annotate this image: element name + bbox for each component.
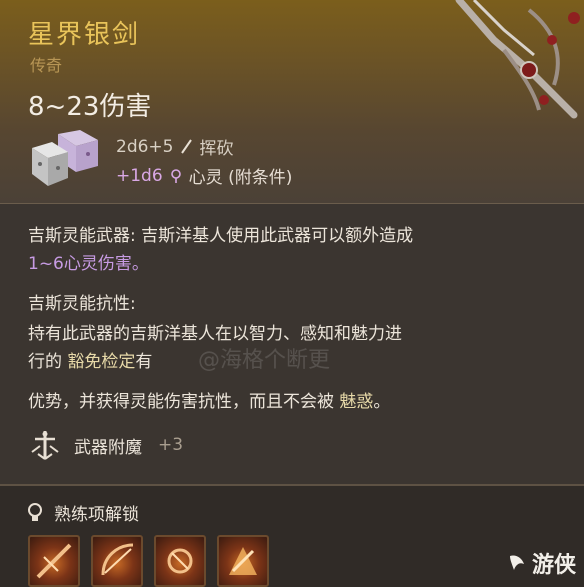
- skill-icon-row: [28, 535, 269, 587]
- damage-dice-extra: +1d6: [116, 165, 163, 186]
- bow-skill-icon[interactable]: [91, 535, 143, 587]
- damage-psychic-row: +1d6 心灵 (附条件): [116, 163, 293, 189]
- dice-icon: [32, 130, 98, 186]
- sword-art-icon: [455, 0, 580, 119]
- proficiency-label: 熟练项解锁: [54, 505, 139, 525]
- enchantment-label: 武器附魔: [74, 437, 142, 458]
- psychic-icon: [170, 168, 181, 183]
- site-logo-icon: [509, 555, 524, 570]
- slash-skill-icon[interactable]: [28, 535, 80, 587]
- item-name: 星界银剑: [28, 20, 141, 50]
- damage-range: 8~23伤害: [28, 92, 152, 122]
- property-psionic-weapon-line2: 1~6心灵伤害。: [28, 251, 149, 277]
- charmed-link[interactable]: 魅惑: [339, 392, 373, 412]
- property-resistance-line3: 优势，并获得灵能伤害抗性，而且不会被 魅惑。: [28, 389, 390, 415]
- property-resistance-line2: 行的 豁免检定有: [28, 349, 152, 375]
- lightbulb-icon: [28, 502, 42, 521]
- item-rarity: 传奇: [30, 56, 63, 75]
- slash-icon: [181, 138, 193, 154]
- enchantment-icon: [31, 431, 59, 460]
- property-psionic-weapon: 吉斯灵能武器: 吉斯洋基人使用此武器可以额外造成: [28, 223, 413, 249]
- watermark: @海格个断更: [198, 348, 331, 373]
- text-segment: 。: [373, 392, 391, 412]
- damage-type-extra: 心灵 (附条件): [188, 168, 293, 188]
- proficiency-header: 熟练项解锁: [26, 500, 139, 525]
- text-segment: 行的: [28, 352, 68, 372]
- site-logo-text: 游侠: [531, 553, 576, 578]
- site-logo: 游侠: [506, 547, 576, 579]
- saving-throw-link[interactable]: 豁免检定: [67, 352, 135, 372]
- property-label: 吉斯灵能武器:: [28, 226, 136, 246]
- damage-dice-main: 2d6+5: [116, 136, 174, 157]
- damage-slashing-row: 2d6+5 挥砍: [116, 134, 234, 160]
- damage-type-main: 挥砍: [199, 139, 234, 159]
- rush-skill-icon[interactable]: [217, 535, 269, 587]
- property-psionic-resistance-label: 吉斯灵能抗性:: [28, 294, 136, 314]
- text-segment: 优势，并获得灵能伤害抗性，而且不会被: [28, 392, 340, 412]
- pommel-skill-icon[interactable]: [154, 535, 206, 587]
- enchantment-value: +3: [158, 435, 184, 455]
- property-text: 吉斯洋基人使用此武器可以额外造成: [135, 226, 414, 246]
- text-segment: 有: [135, 352, 153, 372]
- psychic-damage-text: 1~6心灵伤害。: [28, 254, 149, 274]
- enchantment-row: 武器附魔 +3: [28, 428, 183, 462]
